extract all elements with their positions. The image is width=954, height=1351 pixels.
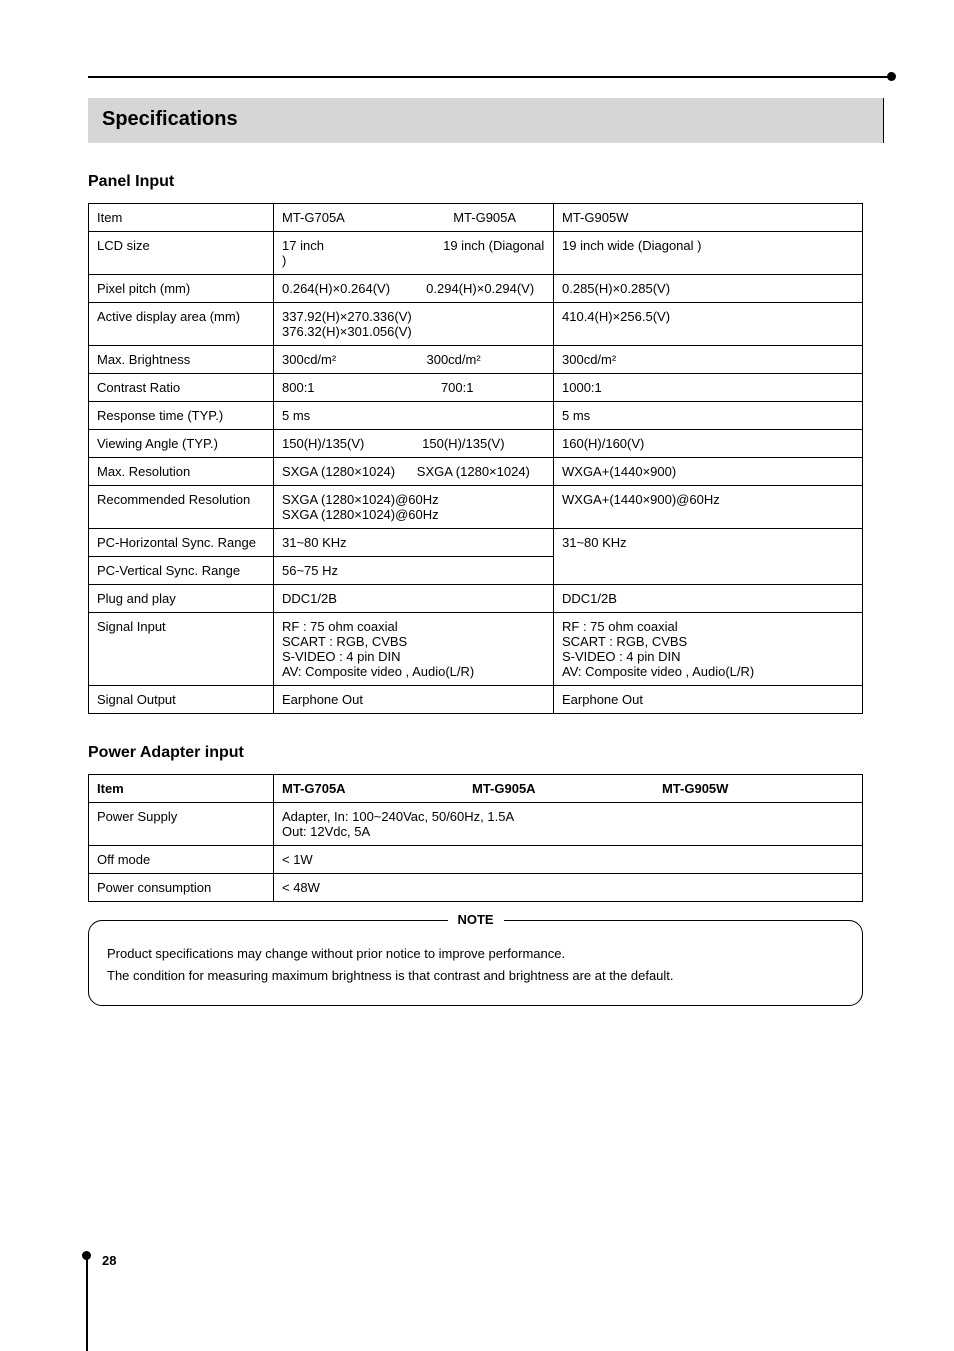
cell-item: Pixel pitch (mm) — [89, 275, 274, 303]
header-item: Item — [89, 775, 274, 803]
cell-item: Response time (TYP.) — [89, 402, 274, 430]
cell-value-a: 56~75 Hz — [274, 557, 554, 585]
header-models: MT-G705A MT-G905A MT-G905W — [274, 775, 863, 803]
cell-value: Adapter, In: 100~240Vac, 50/60Hz, 1.5A O… — [274, 803, 863, 846]
cell-item: Off mode — [89, 846, 274, 874]
cell-value-w: 160(H)/160(V) — [554, 430, 863, 458]
cell-value-a: SXGA (1280×1024)@60Hz SXGA (1280×1024)@6… — [274, 486, 554, 529]
cell-value-a: 17 inch 19 inch (Diagonal ) — [274, 232, 554, 275]
horizontal-rule — [88, 76, 892, 78]
table-row: Signal InputRF : 75 ohm coaxial SCART : … — [89, 613, 863, 686]
cell-item: Signal Input — [89, 613, 274, 686]
cell-value-a: 5 ms — [274, 402, 554, 430]
section-title-bar: Specifications — [88, 98, 884, 143]
table-row: Contrast Ratio800:1 700:11000:1 — [89, 374, 863, 402]
cell-value-w: 5 ms — [554, 402, 863, 430]
cell-value-w: DDC1/2B — [554, 585, 863, 613]
cell-value-a: RF : 75 ohm coaxial SCART : RGB, CVBS S-… — [274, 613, 554, 686]
table-row: PC-Horizontal Sync. Range31~80 KHz31~80 … — [89, 529, 863, 557]
vertical-rule — [86, 1255, 88, 1351]
table-row: Response time (TYP.)5 ms5 ms — [89, 402, 863, 430]
cell-value-w: WXGA+(1440×900)@60Hz — [554, 486, 863, 529]
header-models-a: MT-G705A MT-G905A — [274, 204, 554, 232]
page: Specifications Panel Input Item MT-G705A… — [0, 0, 954, 1351]
note-label: NOTE — [447, 912, 503, 927]
cell-item: PC-Vertical Sync. Range — [89, 557, 274, 585]
table-row: Power consumption< 48W — [89, 874, 863, 902]
cell-value-w: 1000:1 — [554, 374, 863, 402]
table-row: LCD size17 inch 19 inch (Diagonal )19 in… — [89, 232, 863, 275]
table-row: Plug and playDDC1/2BDDC1/2B — [89, 585, 863, 613]
table-row: Recommended ResolutionSXGA (1280×1024)@6… — [89, 486, 863, 529]
cell-item: Viewing Angle (TYP.) — [89, 430, 274, 458]
table-header-row: Item MT-G705A MT-G905A MT-G905W — [89, 775, 863, 803]
cell-value-w: WXGA+(1440×900) — [554, 458, 863, 486]
note-callout: NOTE Product specifications may change w… — [88, 920, 863, 1006]
cell-value-a: 31~80 KHz — [274, 529, 554, 557]
cell-value-a: SXGA (1280×1024) SXGA (1280×1024) — [274, 458, 554, 486]
header-item: Item — [89, 204, 274, 232]
panel-input-table: Item MT-G705A MT-G905A MT-G905W LCD size… — [88, 203, 863, 714]
table-row: Max. ResolutionSXGA (1280×1024) SXGA (12… — [89, 458, 863, 486]
header-model-w: MT-G905W — [554, 204, 863, 232]
cell-value-w: 300cd/m² — [554, 346, 863, 374]
cell-value: < 48W — [274, 874, 863, 902]
page-number: 28 — [102, 1253, 116, 1268]
cell-value-a: 150(H)/135(V) 150(H)/135(V) — [274, 430, 554, 458]
cell-value-a: 337.92(H)×270.336(V) 376.32(H)×301.056(V… — [274, 303, 554, 346]
cell-value-a: 800:1 700:1 — [274, 374, 554, 402]
dot-icon — [887, 72, 896, 81]
cell-value-w: 19 inch wide (Diagonal ) — [554, 232, 863, 275]
table-row: Active display area (mm)337.92(H)×270.33… — [89, 303, 863, 346]
section-title: Specifications — [102, 108, 238, 130]
cell-item: Max. Resolution — [89, 458, 274, 486]
cell-value-a: 300cd/m² 300cd/m² — [274, 346, 554, 374]
table-row: Viewing Angle (TYP.)150(H)/135(V) 150(H)… — [89, 430, 863, 458]
table-header-row: Item MT-G705A MT-G905A MT-G905W — [89, 204, 863, 232]
note-line: Product specifications may change withou… — [107, 945, 844, 963]
cell-item: Power consumption — [89, 874, 274, 902]
table-row: Pixel pitch (mm)0.264(H)×0.264(V) 0.294(… — [89, 275, 863, 303]
cell-item: Signal Output — [89, 686, 274, 714]
subheading-power-adapter: Power Adapter input — [88, 744, 884, 762]
cell-value-a: 0.264(H)×0.264(V) 0.294(H)×0.294(V) — [274, 275, 554, 303]
subheading-panel-input: Panel Input — [88, 173, 884, 191]
power-adapter-table: Item MT-G705A MT-G905A MT-G905W Power Su… — [88, 774, 863, 902]
cell-item: Max. Brightness — [89, 346, 274, 374]
cell-item: LCD size — [89, 232, 274, 275]
cell-value-w: 31~80 KHz — [554, 529, 863, 585]
cell-value: < 1W — [274, 846, 863, 874]
cell-item: Active display area (mm) — [89, 303, 274, 346]
table-row: Max. Brightness300cd/m² 300cd/m²300cd/m² — [89, 346, 863, 374]
table-row: Off mode< 1W — [89, 846, 863, 874]
table-row: Signal OutputEarphone OutEarphone Out — [89, 686, 863, 714]
cell-value-w: Earphone Out — [554, 686, 863, 714]
cell-item: Contrast Ratio — [89, 374, 274, 402]
cell-value-a: Earphone Out — [274, 686, 554, 714]
cell-item: Power Supply — [89, 803, 274, 846]
cell-value-w: 410.4(H)×256.5(V) — [554, 303, 863, 346]
note-line: The condition for measuring maximum brig… — [107, 967, 844, 985]
table-row: Power SupplyAdapter, In: 100~240Vac, 50/… — [89, 803, 863, 846]
cell-value-w: RF : 75 ohm coaxial SCART : RGB, CVBS S-… — [554, 613, 863, 686]
cell-item: PC-Horizontal Sync. Range — [89, 529, 274, 557]
top-rule-decoration — [70, 58, 884, 88]
cell-value-a: DDC1/2B — [274, 585, 554, 613]
cell-item: Plug and play — [89, 585, 274, 613]
cell-value-w: 0.285(H)×0.285(V) — [554, 275, 863, 303]
cell-item: Recommended Resolution — [89, 486, 274, 529]
